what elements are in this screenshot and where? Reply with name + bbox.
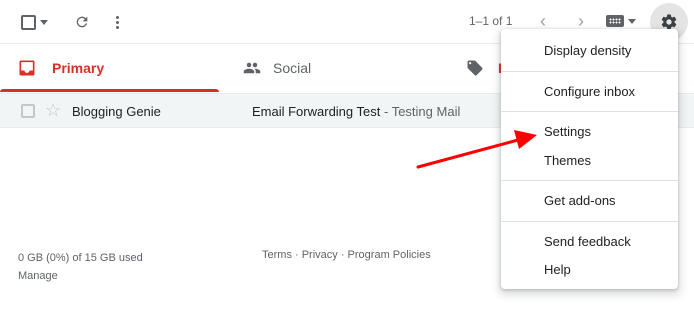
email-subject: Email Forwarding Test [252,104,381,119]
pager-text: 1–1 of 1 [469,14,513,28]
settings-menu: Display density Configure inbox Settings… [501,29,678,289]
storage-usage: 0 GB (0%) of 15 GB used [18,252,143,264]
menu-item-display-density[interactable]: Display density [544,43,631,58]
email-separator: - [380,104,392,119]
menu-divider [501,111,678,112]
menu-item-configure-inbox[interactable]: Configure inbox [544,84,635,99]
keyboard-icon[interactable] [606,15,624,27]
menu-divider [501,71,678,72]
chevron-left-icon[interactable]: ‹ [540,11,546,31]
chevron-right-icon[interactable]: › [578,11,584,31]
footer-links[interactable]: Terms · Privacy · Program Policies [262,249,431,261]
row-checkbox[interactable] [21,104,35,118]
tab-social[interactable]: Social [243,44,311,92]
email-sender: Blogging Genie [72,104,161,119]
menu-item-help[interactable]: Help [544,262,571,277]
manage-link[interactable]: Manage [18,267,143,285]
refresh-icon[interactable] [70,10,94,34]
tab-primary[interactable]: Primary [0,44,219,92]
storage-info: 0 GB (0%) of 15 GB used Manage [18,249,143,285]
email-subject-line: Email Forwarding Test - Testing Mail [252,104,460,119]
menu-divider [501,180,678,181]
star-icon[interactable]: ☆ [45,100,61,120]
menu-divider [501,221,678,222]
menu-item-get-add-ons[interactable]: Get add-ons [544,193,616,208]
people-icon [243,62,261,74]
inbox-icon [19,60,35,76]
tag-icon [467,60,483,76]
menu-item-settings[interactable]: Settings [544,124,591,139]
tab-social-label: Social [273,60,312,76]
menu-item-themes[interactable]: Themes [544,153,591,168]
email-snippet: Testing Mail [391,104,461,119]
more-vert-icon[interactable] [105,10,129,34]
tab-primary-label: Primary [52,60,105,76]
keyboard-dropdown-caret[interactable] [628,19,636,24]
select-dropdown-caret[interactable] [37,10,51,34]
menu-item-send-feedback[interactable]: Send feedback [544,234,631,249]
